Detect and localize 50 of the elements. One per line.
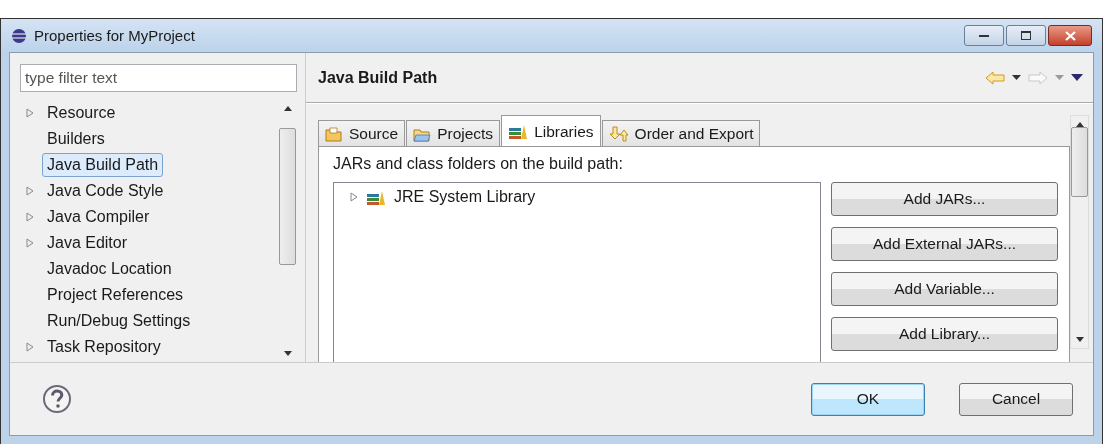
library-button[interactable]: Add Library...: [831, 317, 1058, 351]
dialog-button[interactable]: Cancel: [959, 382, 1073, 416]
window-title: Properties for MyProject: [34, 27, 195, 44]
page-title: Java Build Path: [318, 68, 438, 87]
close-button[interactable]: [1048, 25, 1092, 46]
filter-field[interactable]: type filter text: [20, 64, 297, 92]
tab[interactable]: Order and Export: [601, 120, 761, 147]
maximize-icon: [1021, 31, 1031, 40]
tree-item[interactable]: Builders: [42, 127, 110, 151]
library-button[interactable]: Add JARs...: [831, 182, 1058, 216]
tab[interactable]: Projects: [406, 120, 501, 147]
tree-item[interactable]: Java Editor: [42, 231, 133, 255]
tree-item[interactable]: Java Compiler: [42, 205, 155, 229]
books-icon: [508, 124, 529, 139]
library-button[interactable]: Add Variable...: [831, 272, 1058, 306]
tree-item[interactable]: Project References: [42, 283, 189, 307]
globe-icon: [11, 27, 27, 44]
expand-icon[interactable]: [350, 192, 358, 202]
folder-icon: [413, 126, 432, 142]
expand-icon[interactable]: [26, 342, 34, 352]
tree-item[interactable]: Task Repository: [42, 335, 166, 359]
close-icon: [1064, 30, 1076, 41]
expand-icon[interactable]: [26, 108, 34, 118]
tree-item[interactable]: Javadoc Location: [42, 257, 177, 281]
tab[interactable]: Source: [318, 120, 406, 147]
folder-icon: [325, 126, 343, 142]
menu-caret-icon[interactable]: [1071, 74, 1083, 81]
scrollbar[interactable]: [1070, 115, 1089, 349]
tree-item[interactable]: Resource: [42, 101, 121, 125]
sort-arrows-icon: [608, 126, 629, 142]
expand-icon[interactable]: [26, 212, 34, 222]
tab[interactable]: Libraries: [501, 115, 601, 147]
scroll-up-icon[interactable]: [283, 106, 292, 111]
library-button[interactable]: Add External JARs...: [831, 227, 1058, 261]
help-icon[interactable]: [42, 384, 72, 414]
minimize-button[interactable]: [964, 25, 1004, 46]
expand-icon[interactable]: [26, 186, 34, 196]
scroll-down-icon[interactable]: [283, 351, 292, 356]
dropdown-caret-icon[interactable]: [1012, 75, 1021, 80]
back-arrow-icon[interactable]: [985, 70, 1005, 85]
dialog-button[interactable]: OK: [811, 382, 925, 416]
tree-item[interactable]: Run/Debug Settings: [42, 309, 196, 333]
expand-icon[interactable]: [26, 238, 34, 248]
library-list[interactable]: JRE System Library: [333, 182, 821, 362]
tree-item[interactable]: Java Build Path: [42, 153, 164, 177]
panel-caption: JARs and class folders on the build path:: [333, 155, 624, 173]
tree-item[interactable]: Java Code Style: [42, 179, 169, 203]
maximize-button[interactable]: [1006, 25, 1046, 46]
scroll-down-icon[interactable]: [1075, 337, 1084, 342]
library-item[interactable]: JRE System Library: [394, 188, 536, 206]
